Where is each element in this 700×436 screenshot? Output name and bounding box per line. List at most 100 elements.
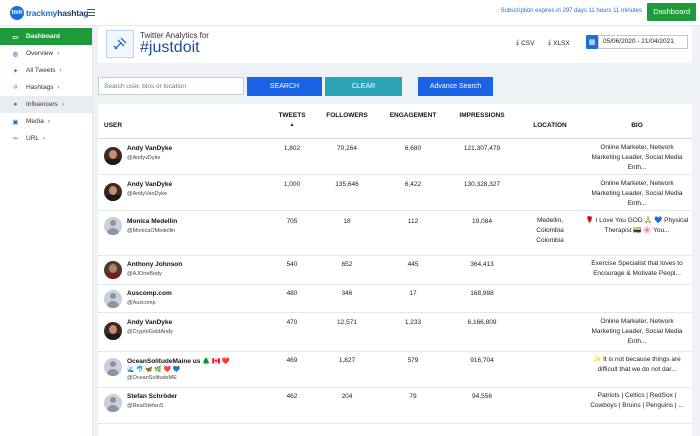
tweets-value: 470 xyxy=(286,319,298,326)
user-name[interactable]: Andy VanDyke xyxy=(127,181,172,188)
user-name[interactable]: Auscomp.com xyxy=(127,290,172,297)
user-handle[interactable]: @Auscomp xyxy=(127,300,156,306)
sidebar-item-label: Dashboard xyxy=(26,33,60,40)
bio-text: Online Marketer, Network Marketing Leader… xyxy=(591,180,683,207)
chevron-right-icon: › xyxy=(57,50,60,57)
image-icon: ▣ xyxy=(12,118,19,126)
subscription-expiry-link[interactable]: Subscription expires in 297 days 11 hour… xyxy=(500,8,642,14)
sidebar-item-influencers[interactable]: ● Influencers › xyxy=(0,96,92,113)
impressions-value: 916,704 xyxy=(470,357,494,364)
export-csv-button[interactable]: ⤓ CSV xyxy=(516,39,534,47)
user-handle[interactable]: @AndyvDyke xyxy=(127,155,160,161)
advance-search-button[interactable]: Advance Search xyxy=(418,77,493,96)
chevron-right-icon: › xyxy=(43,135,46,142)
tweets-value: 705 xyxy=(286,218,298,225)
column-user: USER xyxy=(104,122,123,129)
table-header: USER TWEETS ▲ FOLLOWERS ENGAGEMENT IMPRE… xyxy=(98,104,692,139)
followers-value: 204 xyxy=(341,393,353,400)
bio-text: Online Marketer, Network Marketing Leader… xyxy=(591,144,683,171)
user-handle[interactable]: @AJOneBody xyxy=(127,271,162,277)
twitter-bird-icon xyxy=(106,30,134,58)
tweets-value: 1,802 xyxy=(283,145,301,152)
table-row[interactable]: OceanSolitudeMaine us 🌲 🇨🇦 ❤️ 🌊 🐬 🦋 🌿 ❤️… xyxy=(98,352,692,388)
sidebar-item-label: All Tweets xyxy=(26,67,56,74)
export-xlsx-button[interactable]: ⤓ XLSX xyxy=(548,39,570,47)
engagement-value: 17 xyxy=(409,290,417,297)
tweets-value: 540 xyxy=(286,261,298,268)
table-row[interactable]: Stefan Schröder @RealStefanS 462 204 79 … xyxy=(98,388,692,424)
user-name[interactable]: Anthony Johnson xyxy=(127,261,182,268)
sidebar-item-hashtags[interactable]: # Hashtags › xyxy=(0,79,92,96)
user-name[interactable]: Andy VanDyke xyxy=(127,145,172,152)
table-row[interactable]: Anthony Johnson @AJOneBody 540 652 445 3… xyxy=(98,256,692,285)
analytics-header: Twitter Analytics for #justdoit ⤓ CSV ⤓ … xyxy=(98,26,692,63)
followers-value: 12,571 xyxy=(337,319,357,326)
hamburger-menu-icon[interactable] xyxy=(87,9,95,17)
sidebar-item-overview[interactable]: ◍ Overview › xyxy=(0,45,92,62)
user-name[interactable]: Andy VanDyke xyxy=(127,319,172,326)
avatar xyxy=(104,217,122,235)
engagement-value: 112 xyxy=(407,218,419,225)
followers-value: 652 xyxy=(341,261,353,268)
sidebar-item-label: Influencers xyxy=(26,101,58,108)
tweets-value: 469 xyxy=(286,357,298,364)
trackmyhashtag-logo[interactable]: tmh trackmyhashtag xyxy=(10,6,89,20)
tweets-value: 1,000 xyxy=(283,181,301,188)
date-range-field[interactable]: 05/06/2020 - 21/04/2021 xyxy=(598,35,688,49)
chevron-right-icon: › xyxy=(59,67,62,74)
search-input[interactable] xyxy=(98,77,244,95)
calendar-icon[interactable]: ▦ xyxy=(586,35,598,49)
table-row[interactable]: Andy VanDyke @AndyVanDyke 1,000 135,646 … xyxy=(98,175,692,211)
sidebar-item-dashboard[interactable]: ▭ Dashboard xyxy=(0,28,92,45)
sort-asc-icon: ▲ xyxy=(289,122,295,128)
engagement-value: 6,422 xyxy=(404,181,422,188)
sidebar-item-media[interactable]: ▣ Media › xyxy=(0,113,92,130)
user-handle[interactable]: @MonicaOMedellin xyxy=(127,228,175,234)
sidebar-item-label: URL xyxy=(26,135,40,142)
avatar xyxy=(104,394,122,412)
user-handle[interactable]: @CryptoGoldAndy xyxy=(127,329,173,335)
logo-badge: tmh xyxy=(10,6,24,20)
xlsx-label: XLSX xyxy=(553,39,570,47)
bio-text: Exercise Specialist that loves to Encoura… xyxy=(591,260,683,277)
engagement-value: 79 xyxy=(409,393,417,400)
column-engagement[interactable]: ENGAGEMENT xyxy=(386,112,440,119)
search-button[interactable]: SEARCH xyxy=(247,77,322,96)
twitter-icon: ✦ xyxy=(12,67,19,75)
table-row[interactable]: Andy VanDyke @AndyvDyke 1,802 70,264 6,6… xyxy=(98,139,692,175)
column-tweets[interactable]: TWEETS ▲ xyxy=(274,112,310,128)
link-icon: ∞ xyxy=(13,135,18,142)
sidebar-item-label: Overview xyxy=(26,50,54,57)
chevron-right-icon: › xyxy=(61,101,64,108)
clear-button[interactable]: CLEAR xyxy=(325,77,402,96)
sidebar-item-all-tweets[interactable]: ✦ All Tweets › xyxy=(0,62,92,79)
column-tweets-label: TWEETS xyxy=(278,112,306,119)
table-row[interactable]: Andy VanDyke @CryptoGoldAndy 470 12,571 … xyxy=(98,313,692,352)
table-row[interactable]: Auscomp.com @Auscomp 480 346 17 168,998 xyxy=(98,285,692,313)
user-handle[interactable]: @AndyVanDyke xyxy=(127,191,167,197)
laptop-icon: ▭ xyxy=(12,33,19,41)
page-title-hashtag: #justdoit xyxy=(140,39,200,56)
engagement-value: 445 xyxy=(407,261,419,268)
globe-icon: ◍ xyxy=(12,50,19,58)
table-row[interactable]: Monica Medellin @MonicaOMedellin 705 18 … xyxy=(98,211,692,256)
user-name[interactable]: Monica Medellin xyxy=(127,218,177,225)
column-followers[interactable]: FOLLOWERS xyxy=(325,112,369,119)
user-name[interactable]: Stefan Schröder xyxy=(127,393,177,400)
engagement-value: 579 xyxy=(407,357,419,364)
column-location: LOCATION xyxy=(533,122,567,129)
dashboard-button[interactable]: Dashboard xyxy=(647,3,696,21)
followers-value: 346 xyxy=(341,290,353,297)
user-handle[interactable]: @OceanSolitudeME xyxy=(127,375,177,381)
avatar xyxy=(104,261,122,279)
bio-text: Patriots | Celtics | RedSox | Cowboys | B… xyxy=(590,392,684,409)
sidebar-item-label: Hashtags xyxy=(26,84,54,91)
user-name[interactable]: OceanSolitudeMaine us 🌲 🇨🇦 ❤️ xyxy=(127,357,230,365)
column-impressions[interactable]: IMPRESSIONS xyxy=(455,112,509,119)
user-handle[interactable]: @RealStefanS xyxy=(127,403,163,409)
bio-text: Online Marketer, Network Marketing Leader… xyxy=(591,318,683,345)
impressions-value: 19,084 xyxy=(472,218,492,225)
csv-label: CSV xyxy=(521,39,535,47)
sidebar-item-url[interactable]: ∞ URL › xyxy=(0,130,92,147)
column-bio: BIO xyxy=(631,122,643,129)
